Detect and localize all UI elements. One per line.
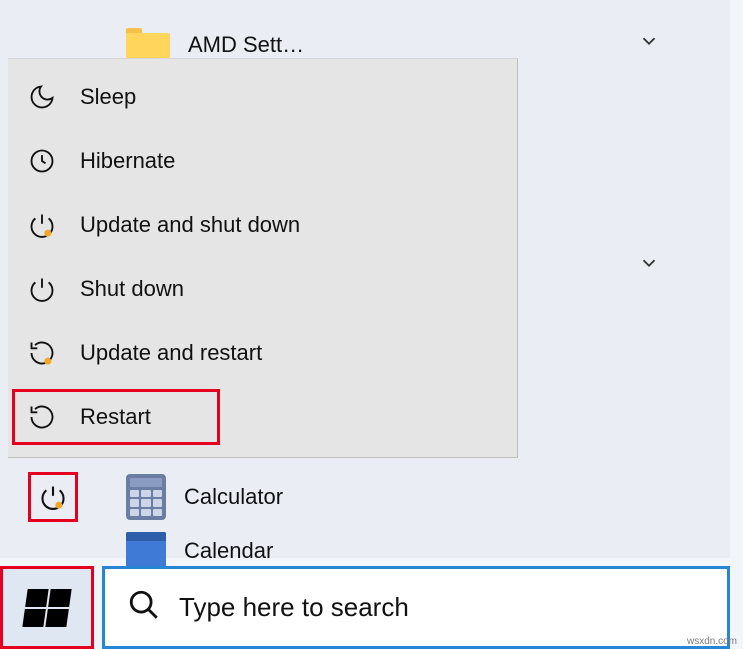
watermark-text: wsxdn.com	[687, 636, 737, 647]
restart-update-icon	[26, 337, 58, 369]
chevron-down-icon[interactable]	[638, 252, 660, 274]
power-update-icon	[39, 483, 67, 511]
power-shutdown[interactable]: Shut down	[8, 257, 517, 321]
power-item-label: Update and shut down	[80, 212, 300, 238]
power-item-label: Update and restart	[80, 340, 262, 366]
power-item-label: Hibernate	[80, 148, 175, 174]
clock-icon	[26, 145, 58, 177]
search-placeholder: Type here to search	[179, 592, 409, 623]
power-item-label: Shut down	[80, 276, 184, 302]
calendar-icon	[126, 532, 166, 570]
power-restart[interactable]: Restart	[8, 385, 517, 449]
taskbar: Type here to search	[0, 566, 730, 649]
moon-icon	[26, 81, 58, 113]
search-box[interactable]: Type here to search	[102, 566, 730, 649]
search-icon	[127, 588, 161, 627]
folder-icon	[126, 28, 170, 62]
power-icon	[26, 273, 58, 305]
app-label: Calculator	[184, 484, 283, 510]
start-app-folder-label: AMD Sett…	[188, 32, 304, 58]
calculator-icon	[126, 474, 166, 520]
start-menu-panel: AMD Sett… Sleep Hibernate Update and shu…	[0, 0, 730, 558]
start-app-calendar[interactable]: Calendar	[126, 532, 273, 570]
app-label: Calendar	[184, 538, 273, 564]
start-button[interactable]	[0, 566, 94, 649]
power-options-menu: Sleep Hibernate Update and shut down Shu…	[8, 58, 518, 458]
power-item-label: Sleep	[80, 84, 136, 110]
power-update-icon	[26, 209, 58, 241]
start-power-button[interactable]	[28, 472, 78, 522]
power-sleep[interactable]: Sleep	[8, 65, 517, 129]
power-item-label: Restart	[80, 404, 151, 430]
chevron-down-icon[interactable]	[638, 30, 660, 52]
power-update-restart[interactable]: Update and restart	[8, 321, 517, 385]
power-hibernate[interactable]: Hibernate	[8, 129, 517, 193]
start-app-folder[interactable]: AMD Sett…	[126, 28, 304, 62]
windows-logo-icon	[22, 589, 71, 627]
start-app-calculator[interactable]: Calculator	[126, 474, 283, 520]
restart-icon	[26, 401, 58, 433]
power-update-shutdown[interactable]: Update and shut down	[8, 193, 517, 257]
